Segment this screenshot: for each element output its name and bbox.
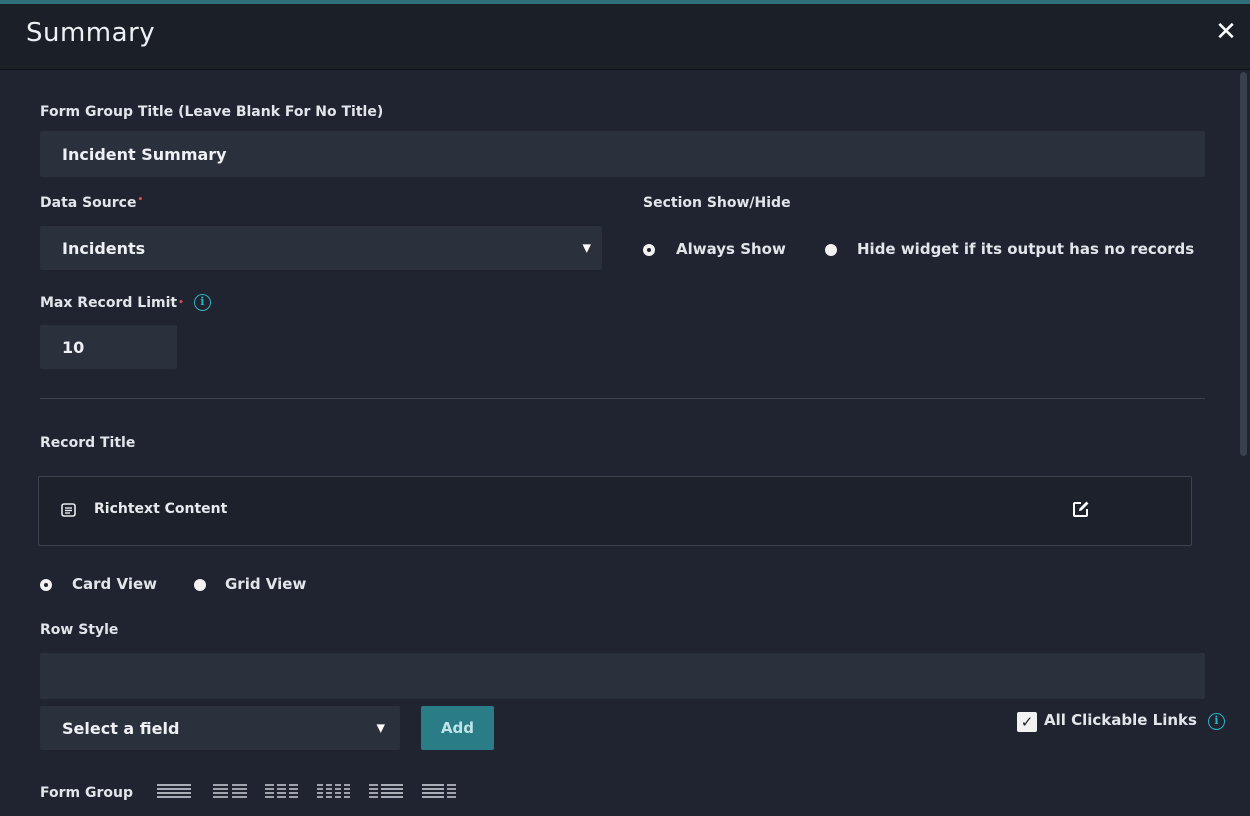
grid-view-label: Grid View [225,575,307,593]
max-record-limit-label: Max Record Limit • i [40,294,211,311]
all-clickable-links-label: All Clickable Links [1044,711,1197,729]
record-title-label: Record Title [40,435,136,451]
layout-2-column-icon[interactable] [213,783,247,799]
select-field-value: Select a field [62,718,180,738]
dialog-header: Summary ✕ [0,4,1250,70]
layout-3-column-icon[interactable] [265,783,299,799]
info-icon[interactable]: i [193,294,211,311]
dialog-title: Summary [26,18,156,48]
grid-view-radio[interactable] [194,579,206,591]
section-divider [40,398,1205,399]
row-style-input[interactable] [40,653,1205,699]
layout-1-2-column-icon[interactable] [369,783,403,799]
data-source-value: Incidents [62,238,146,258]
richtext-icon [61,502,76,521]
data-source-select[interactable]: Incidents ▼ [40,226,602,270]
hide-widget-label: Hide widget if its output has no records [857,240,1195,258]
form-group-title-value: Incident Summary [62,144,227,164]
section-show-hide-label: Section Show/Hide [643,195,791,211]
dialog-body [0,71,1250,816]
form-group-title-input[interactable]: Incident Summary [40,131,1205,177]
layout-2-1-column-icon[interactable] [422,783,456,799]
max-record-limit-value: 10 [62,337,85,357]
all-clickable-links-checkbox[interactable]: ✓ [1017,712,1037,732]
add-button[interactable]: Add [421,706,494,750]
dropdown-caret-icon: ▼ [376,721,385,735]
card-view-label: Card View [72,575,158,593]
dropdown-caret-icon: ▼ [582,241,591,255]
select-field-dropdown[interactable]: Select a field ▼ [40,706,400,750]
required-marker: • [178,297,184,308]
card-view-radio[interactable] [40,579,52,591]
data-source-label: Data Source• [40,195,143,211]
data-source-label-text: Data Source [40,195,137,211]
richtext-content-label: Richtext Content [94,501,228,517]
always-show-radio[interactable] [643,244,655,256]
scrollbar-thumb[interactable] [1240,72,1247,456]
required-marker: • [137,195,144,205]
row-style-label: Row Style [40,622,119,638]
layout-4-column-icon[interactable] [317,783,351,799]
max-record-limit-label-text: Max Record Limit [40,294,178,311]
form-group-label: Form Group [40,785,133,801]
close-icon[interactable]: ✕ [1212,18,1240,46]
edit-icon[interactable] [1072,500,1090,522]
always-show-label: Always Show [676,240,786,258]
info-icon[interactable]: i [1208,713,1225,730]
richtext-content-box[interactable]: Richtext Content [38,476,1192,546]
max-record-limit-input[interactable]: 10 [40,325,177,369]
form-group-title-label: Form Group Title (Leave Blank For No Tit… [40,104,384,120]
hide-widget-radio[interactable] [825,244,837,256]
layout-1-column-icon[interactable] [157,783,191,799]
